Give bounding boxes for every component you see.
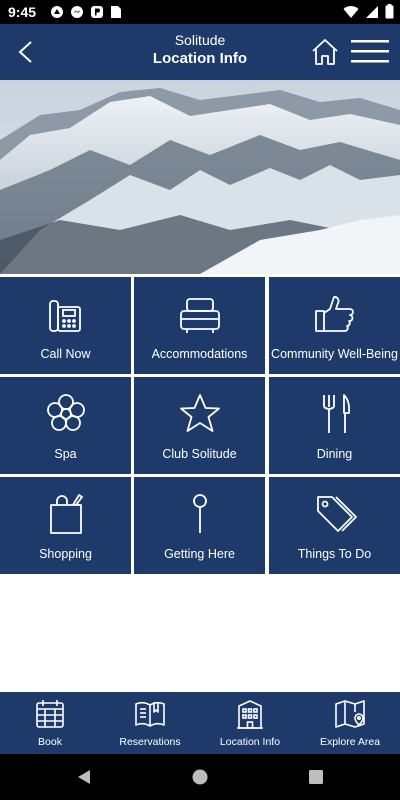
tab-explore-area[interactable]: Explore Area xyxy=(300,692,400,754)
recents-square-icon[interactable] xyxy=(308,769,324,785)
chevron-left-icon xyxy=(18,41,32,63)
hamburger-menu-icon xyxy=(351,40,389,63)
thumbs-up-icon xyxy=(314,296,354,332)
header-titles: Solitude Location Info xyxy=(100,32,300,68)
app-header: Solitude Location Info xyxy=(0,24,400,80)
tile-things-to-do[interactable]: Things To Do xyxy=(269,477,400,574)
system-navigation-bar xyxy=(0,754,400,800)
battery-icon xyxy=(385,4,394,19)
signal-icon xyxy=(51,6,63,18)
tab-label: Reservations xyxy=(119,736,181,748)
tab-book[interactable]: Book xyxy=(0,692,100,754)
tags-icon xyxy=(316,496,357,532)
status-time: 9:45 xyxy=(8,4,37,20)
tab-location-info[interactable]: Location Info xyxy=(200,692,300,754)
flower-icon xyxy=(46,394,85,431)
map-icon xyxy=(335,700,365,728)
tile-label: Getting Here xyxy=(164,547,235,561)
tab-label: Explore Area xyxy=(319,736,381,748)
tab-reservations[interactable]: Reservations xyxy=(100,692,200,754)
tile-label: Dining xyxy=(316,447,353,461)
p-icon xyxy=(91,6,103,18)
shopping-bag-icon xyxy=(49,494,83,534)
bottom-tab-bar: Book Reservations Location Info Explore … xyxy=(0,692,400,754)
status-bar: 9:45 xyxy=(0,0,400,24)
tile-label: Spa xyxy=(54,447,77,461)
tile-label: Accommodations xyxy=(151,347,248,361)
home-circle-icon[interactable] xyxy=(191,768,209,786)
back-triangle-icon[interactable] xyxy=(75,768,93,786)
tile-label: Club Solitude xyxy=(162,447,237,461)
sim-card-icon xyxy=(111,6,121,18)
tab-label: Location Info xyxy=(219,736,281,748)
tile-spa[interactable]: Spa xyxy=(0,377,131,474)
menu-button[interactable] xyxy=(350,38,390,66)
phone-icon xyxy=(48,300,81,332)
tile-label: Community Well-Being xyxy=(271,347,398,361)
location-tiles-grid: Call Now Accommodations Community Well-B… xyxy=(0,274,400,574)
header-subtitle: Solitude xyxy=(174,32,226,48)
tile-label: Things To Do xyxy=(297,547,372,561)
fork-knife-icon xyxy=(322,394,350,433)
tile-shopping[interactable]: Shopping xyxy=(0,477,131,574)
calendar-icon xyxy=(36,700,64,728)
back-button[interactable] xyxy=(12,38,40,66)
book-icon xyxy=(135,701,165,727)
tile-community-well-being[interactable]: Community Well-Being xyxy=(269,277,400,374)
hero-mountain-image xyxy=(0,80,400,274)
home-icon xyxy=(312,39,338,65)
tile-label: Shopping xyxy=(39,547,92,561)
bed-icon xyxy=(179,298,220,333)
tile-label: Call Now xyxy=(40,347,91,361)
tile-getting-here[interactable]: Getting Here xyxy=(134,477,265,574)
page-title: Location Info xyxy=(152,50,248,67)
messenger-icon xyxy=(71,6,83,18)
tab-label: Book xyxy=(38,736,62,748)
map-pin-icon xyxy=(192,494,207,533)
home-button[interactable] xyxy=(310,37,340,67)
tile-accommodations[interactable]: Accommodations xyxy=(134,277,265,374)
wifi-icon xyxy=(343,5,359,18)
cell-signal-icon xyxy=(366,5,378,18)
tile-club-solitude[interactable]: Club Solitude xyxy=(134,377,265,474)
tile-call-now[interactable]: Call Now xyxy=(0,277,131,374)
star-icon xyxy=(179,394,220,432)
building-icon xyxy=(237,700,263,729)
tile-dining[interactable]: Dining xyxy=(269,377,400,474)
mountain-photo xyxy=(0,80,400,274)
